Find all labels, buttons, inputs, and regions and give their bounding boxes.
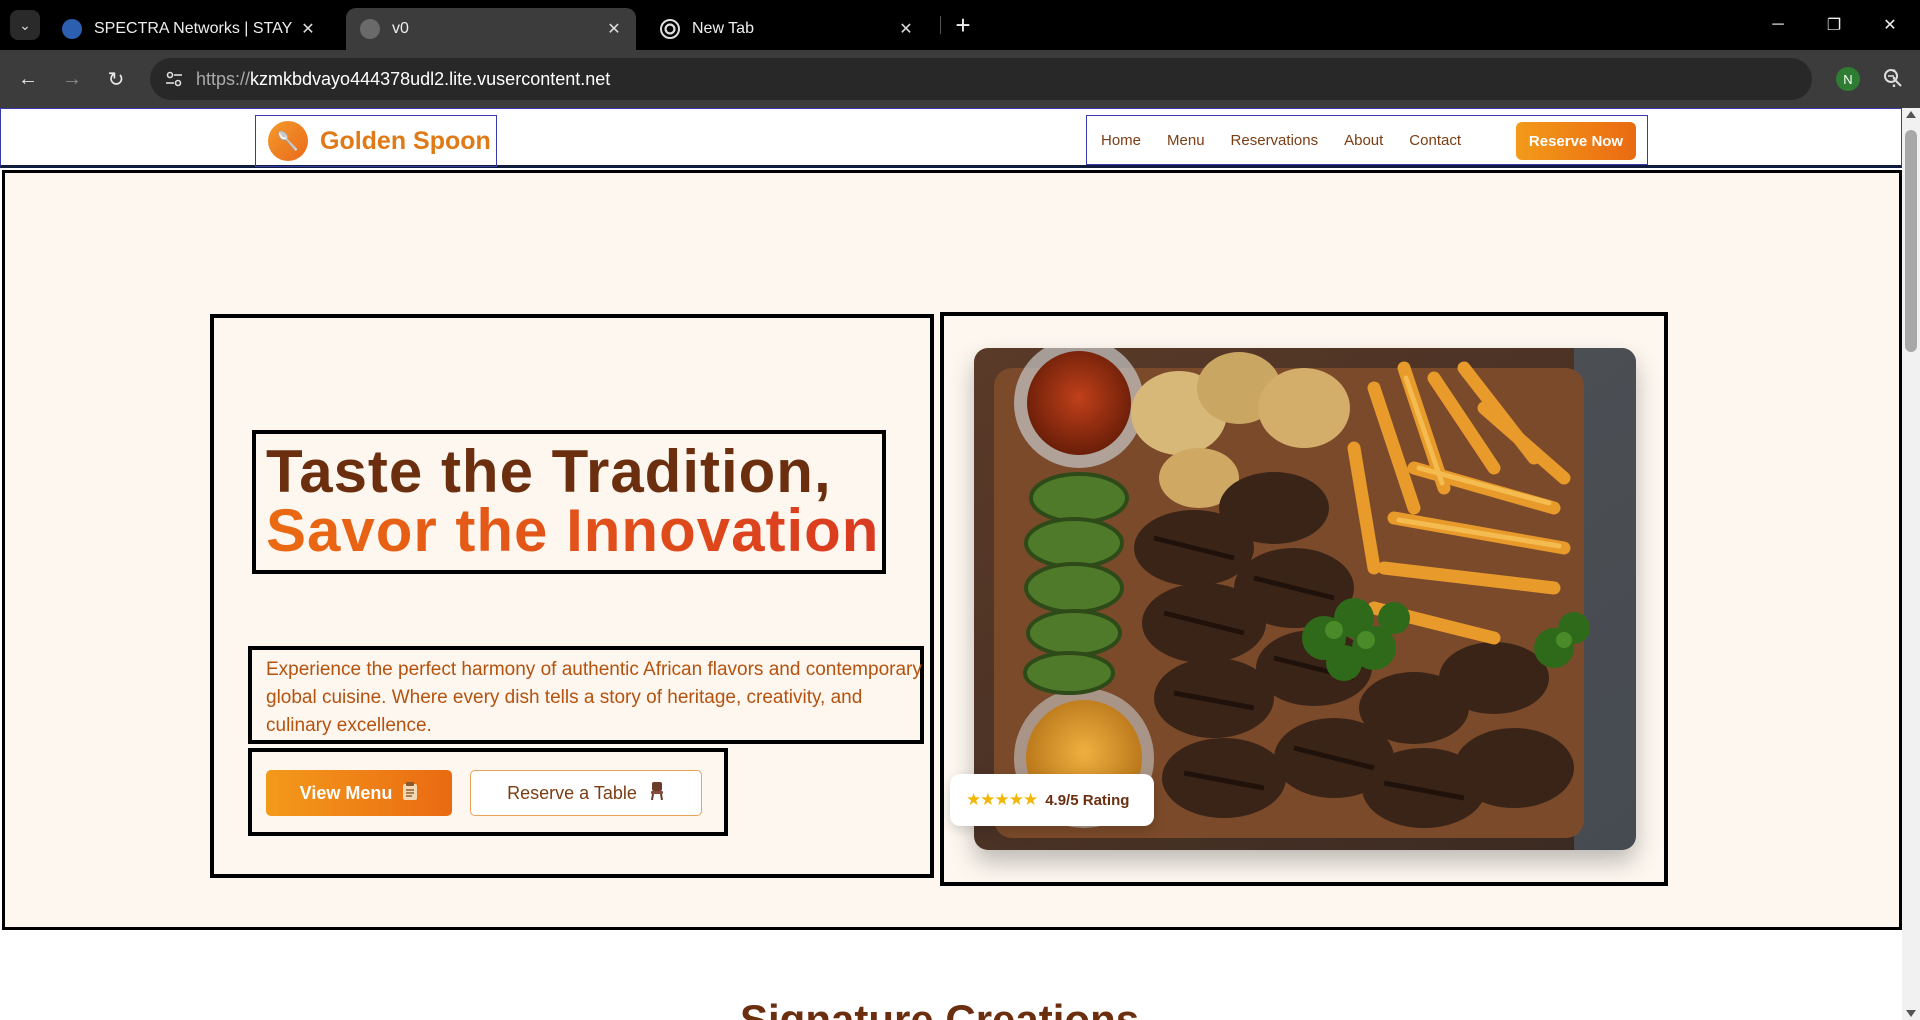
main-navigation: Home Menu Reservations About Contact Res…	[1086, 115, 1648, 165]
back-arrow-icon[interactable]: ←	[12, 63, 44, 95]
close-icon[interactable]: ✕	[602, 19, 626, 39]
new-tab-plus-icon[interactable]: +	[948, 10, 978, 40]
address-bar[interactable]: https://kzmkbdvayo444378udl2.lite.vuserc…	[150, 58, 1902, 100]
rating-text: 4.9/5 Rating	[1045, 791, 1130, 809]
url-host: kzmkbdvayo444378udl2.lite.vusercontent.n…	[250, 69, 611, 89]
scroll-down-arrow-icon[interactable]	[1906, 1010, 1916, 1017]
nav-reservations[interactable]: Reservations	[1231, 132, 1319, 149]
chrome-icon	[660, 19, 680, 39]
minimize-icon[interactable]: ─	[1750, 0, 1806, 50]
site-info-icon[interactable]	[162, 67, 186, 91]
site-header: 🥄 Golden Spoon Home Menu Reservations Ab…	[0, 108, 1902, 168]
tab-v0[interactable]: v0 ✕	[346, 8, 636, 50]
tab-search-chevron-icon[interactable]: ⌄	[10, 10, 40, 40]
page-viewport: 🥄 Golden Spoon Home Menu Reservations Ab…	[0, 108, 1920, 1020]
scroll-thumb[interactable]	[1905, 130, 1917, 352]
page-scrollbar[interactable]	[1902, 108, 1920, 1020]
view-menu-label: View Menu	[299, 782, 393, 803]
url-text[interactable]: https://kzmkbdvayo444378udl2.lite.vuserc…	[196, 69, 610, 90]
hero-description-box: Experience the perfect harmony of authen…	[248, 646, 924, 744]
hero-headline: Taste the Tradition, Savor the Innovatio…	[252, 430, 886, 574]
chair-icon	[649, 781, 665, 806]
nav-contact[interactable]: Contact	[1409, 132, 1461, 149]
restore-icon[interactable]: ❐	[1806, 0, 1862, 50]
brand-logo-link[interactable]: 🥄 Golden Spoon	[255, 115, 497, 167]
nav-menu[interactable]: Menu	[1167, 132, 1205, 149]
forward-arrow-icon[interactable]: →	[56, 63, 88, 95]
globe-icon	[360, 19, 380, 39]
tab-new-tab[interactable]: New Tab ✕	[646, 8, 928, 50]
scroll-up-arrow-icon[interactable]	[1906, 111, 1916, 118]
reserve-table-label: Reserve a Table	[507, 782, 637, 803]
nav-about[interactable]: About	[1344, 132, 1383, 149]
profile-avatar[interactable]: N	[1836, 67, 1860, 91]
spoon-icon: 🥄	[268, 121, 308, 161]
tab-title: SPECTRA Networks | STAY SAFE	[94, 20, 296, 37]
browser-menu-icon[interactable]: ⋮	[1880, 65, 1908, 93]
tab-title: New Tab	[692, 20, 754, 37]
hero-description: Experience the perfect harmony of authen…	[266, 659, 922, 736]
close-icon[interactable]: ✕	[894, 19, 918, 39]
spectra-favicon-icon	[62, 19, 82, 39]
close-icon[interactable]: ✕	[296, 19, 320, 39]
browser-toolbar: ← → ↻ https://kzmkbdvayo444378udl2.lite.…	[0, 50, 1920, 108]
reload-icon[interactable]: ↻	[100, 63, 132, 95]
window-close-icon[interactable]: ✕	[1862, 0, 1918, 50]
tab-title: v0	[392, 20, 409, 37]
brand-name: Golden Spoon	[320, 126, 491, 155]
tab-separator	[940, 16, 941, 34]
rating-badge: ★★★★★ 4.9/5 Rating	[950, 774, 1154, 826]
headline-line-1: Taste the Tradition,	[266, 438, 832, 505]
signature-creations-heading: Signature Creations	[740, 996, 1140, 1020]
hero-actions: View Menu Reserve a Table	[248, 748, 728, 836]
menu-clipboard-icon	[402, 781, 418, 806]
view-menu-button[interactable]: View Menu	[266, 770, 452, 816]
browser-tab-bar: ⌄ SPECTRA Networks | STAY SAFE ✕ v0 ✕ Ne…	[0, 0, 1920, 50]
nav-home[interactable]: Home	[1101, 132, 1141, 149]
headline-line-2: Savor the Innovation	[266, 497, 880, 564]
reserve-table-button[interactable]: Reserve a Table	[470, 770, 702, 816]
url-scheme: https://	[196, 69, 251, 89]
rating-stars-icon: ★★★★★	[966, 790, 1038, 809]
tab-spectra[interactable]: SPECTRA Networks | STAY SAFE ✕	[48, 8, 330, 50]
reserve-now-button[interactable]: Reserve Now	[1516, 122, 1636, 160]
